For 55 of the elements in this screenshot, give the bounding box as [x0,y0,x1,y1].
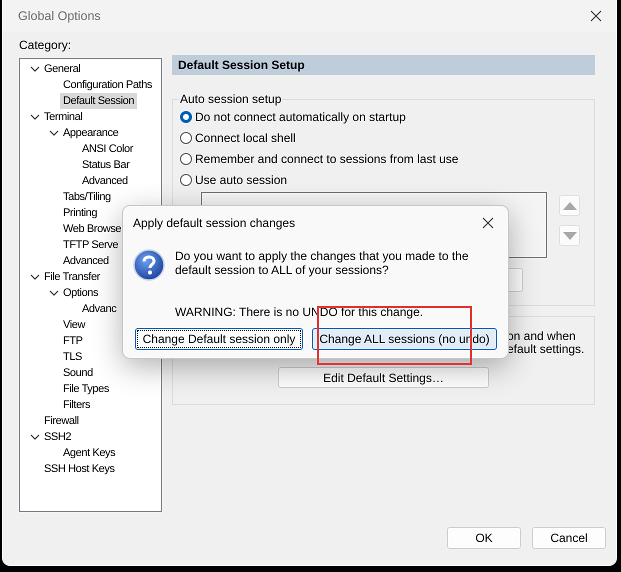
tree-item[interactable]: FTP [63,333,83,349]
tree-item[interactable]: Sound [63,365,93,381]
chevron-icon[interactable] [29,272,41,282]
dialog-title: Apply default session changes [133,216,296,230]
radio-button[interactable] [180,110,192,122]
dialog-button[interactable]: OK [447,527,521,549]
tree-item[interactable]: Advanc [82,301,116,317]
chevron-icon[interactable] [29,64,41,74]
tree-item[interactable]: ANSI Color [82,141,134,157]
radio-label[interactable]: Remember and connect to sessions from last use [195,152,458,166]
radio-button[interactable] [180,132,192,144]
tree-item[interactable]: TLS [63,349,82,365]
tree-item[interactable]: Web Browse [63,221,122,237]
question-icon [133,249,165,281]
chevron-icon[interactable] [29,432,41,442]
triangle-up-icon [562,202,576,210]
tree-item[interactable]: Advanced [82,173,128,189]
edit-default-settings-button[interactable]: Edit Default Settings… [278,367,489,388]
group-label: Auto session setup [179,92,282,106]
close-icon[interactable] [590,10,602,22]
close-icon[interactable] [482,217,494,229]
tree-item[interactable]: General [44,61,80,77]
dialog-message: Do you want to apply the changes that you made to the default session to ALL of your sessions? [175,249,470,279]
tree-item[interactable]: Printing [63,205,98,221]
tree-item[interactable]: Status Bar [82,157,130,173]
tree-item[interactable]: Tabs/Tiling [63,189,111,205]
chevron-icon[interactable] [48,288,60,298]
tree-item[interactable]: File Types [63,381,109,397]
section-header: Default Session Setup [172,55,595,75]
dialog-button[interactable]: Change Default session only [135,328,303,350]
tree-item[interactable]: View [63,317,86,333]
radio-label[interactable]: Use auto session [195,172,288,186]
tree-item[interactable]: Configuration Paths [63,77,152,93]
category-label: Category: [19,38,72,52]
tree-item[interactable]: Agent Keys [63,445,116,461]
chevron-icon[interactable] [29,112,41,122]
window-title: Global Options [18,9,101,23]
tree-item[interactable]: Options [63,285,98,301]
tree-item[interactable]: File Transfer [44,269,100,285]
dialog-button[interactable]: Cancel [532,527,606,549]
tree-item[interactable]: TFTP Serve [63,237,118,253]
tree-item[interactable]: SSH2 [44,429,72,445]
radio-label[interactable]: Do not connect automatically on startup [195,110,406,124]
tree-item[interactable]: Default Session [60,93,138,109]
tree-item[interactable]: Appearance [63,125,118,141]
tree-item[interactable]: Terminal [44,109,82,125]
radio-label[interactable]: Connect local shell [195,130,296,144]
chevron-icon[interactable] [48,128,60,138]
triangle-down-icon [562,232,576,240]
tree-item[interactable]: SSH Host Keys [44,461,115,477]
tree-item[interactable]: Advanced [63,253,109,269]
tree-item[interactable]: Firewall [44,413,79,429]
radio-button[interactable] [180,152,192,164]
radio-button[interactable] [180,174,192,186]
tree-item[interactable]: Filters [63,397,90,413]
